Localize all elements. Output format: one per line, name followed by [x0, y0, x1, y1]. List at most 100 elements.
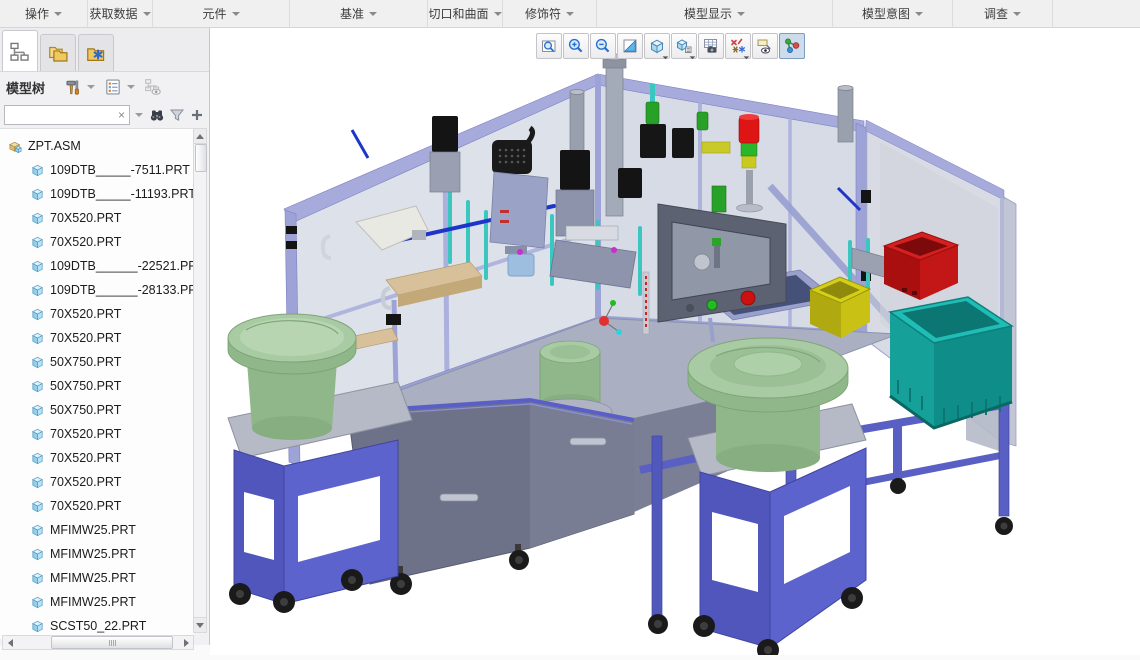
repaint-button[interactable] — [617, 33, 643, 59]
menu-label: 获取数据 — [89, 7, 138, 21]
search-options-dropdown-icon[interactable] — [135, 113, 143, 117]
zoom-out-icon — [594, 37, 612, 55]
shaded-display-button[interactable] — [644, 33, 670, 60]
menu-dropdown-icon — [915, 11, 923, 16]
menu-dropdown-icon — [493, 11, 502, 16]
control-panel — [657, 203, 787, 323]
tree-item-mfimw25-prt[interactable]: MFIMW25.PRT — [0, 566, 194, 590]
tree-item-50x750-prt[interactable]: 50X750.PRT — [0, 374, 194, 398]
scroll-left-icon[interactable] — [3, 636, 17, 649]
menu-label: 调查 — [983, 7, 1008, 21]
zoom-in-icon — [567, 37, 585, 55]
tree-vertical-scrollbar[interactable] — [193, 128, 207, 633]
tree-item-70x520-prt[interactable]: 70X520.PRT — [0, 494, 194, 518]
menu-2[interactable]: 获取数据 — [88, 0, 153, 27]
part-icon — [30, 595, 45, 610]
menu-3[interactable]: 元件 — [153, 0, 290, 27]
menu-8[interactable]: 模型意图 — [833, 0, 953, 27]
tree-tools-icon[interactable] — [63, 77, 83, 97]
find-binoculars-icon[interactable] — [148, 106, 165, 124]
favorites-tab[interactable] — [78, 34, 114, 71]
menu-label: 修饰符 — [524, 7, 561, 21]
tree-horizontal-scrollbar[interactable] — [2, 635, 194, 650]
dropdown-corner-icon — [686, 50, 696, 60]
menu-1[interactable]: 操作 — [0, 0, 88, 27]
tree-item-109dtb-7511-prt[interactable]: 109DTB_____-7511.PRT — [0, 158, 194, 182]
model-tree-tab[interactable] — [2, 30, 38, 71]
tree-item-70x520-prt[interactable]: 70X520.PRT — [0, 206, 194, 230]
refit-button[interactable] — [536, 33, 562, 59]
tree-item-label: 50X750.PRT — [50, 379, 122, 393]
tree-item-50x750-prt[interactable]: 50X750.PRT — [0, 350, 194, 374]
scroll-up-icon[interactable] — [194, 129, 206, 144]
part-icon — [30, 571, 45, 586]
scroll-down-icon[interactable] — [194, 617, 206, 632]
search-clear-icon[interactable]: × — [114, 108, 129, 122]
tree-item-70x520-prt[interactable]: 70X520.PRT — [0, 446, 194, 470]
zoom-in-button[interactable] — [563, 33, 589, 59]
tree-item-mfimw25-prt[interactable]: MFIMW25.PRT — [0, 590, 194, 614]
menu-7[interactable]: 模型显示 — [597, 0, 833, 27]
part-icon — [30, 499, 45, 514]
part-icon — [30, 331, 45, 346]
tree-item-label: MFIMW25.PRT — [50, 571, 136, 585]
menu-4[interactable]: 基准 — [290, 0, 428, 27]
tree-item-70x520-prt[interactable]: 70X520.PRT — [0, 422, 194, 446]
part-icon — [30, 283, 45, 298]
tree-item-mfimw25-prt[interactable]: MFIMW25.PRT — [0, 518, 194, 542]
saved-views-icon — [702, 37, 720, 55]
tree-item-70x520-prt[interactable]: 70X520.PRT — [0, 326, 194, 350]
part-icon — [30, 403, 45, 418]
dropdown-corner-icon — [659, 50, 669, 60]
tree-item-70x520-prt[interactable]: 70X520.PRT — [0, 230, 194, 254]
folder-browser-tab[interactable] — [40, 34, 76, 71]
refit-icon — [540, 37, 558, 55]
tree-item-label: 70X520.PRT — [50, 235, 122, 249]
datum-display-button[interactable] — [725, 33, 751, 60]
part-icon — [30, 547, 45, 562]
tree-item-109dtb-11193-prt[interactable]: 109DTB_____-11193.PRT — [0, 182, 194, 206]
tree-settings-icon[interactable] — [103, 77, 123, 97]
zoom-out-button[interactable] — [590, 33, 616, 59]
part-icon — [30, 523, 45, 538]
annotation-display-button[interactable] — [752, 33, 778, 59]
ribbon-menu-bar: 操作 获取数据 元件 基准 切口和曲面 修饰符 模型显示 模型意图 调查 — [0, 0, 1140, 28]
saved-views-button[interactable] — [698, 33, 724, 59]
tree-tools-dropdown-icon[interactable] — [87, 85, 96, 89]
part-icon — [30, 355, 45, 370]
tree-search-row: × — [0, 102, 209, 128]
tree-item-mfimw25-prt[interactable]: MFIMW25.PRT — [0, 542, 194, 566]
tree-item-label: 109DTB_____-7511.PRT — [50, 163, 190, 177]
tree-item-label: MFIMW25.PRT — [50, 547, 136, 561]
menu-9[interactable]: 调查 — [953, 0, 1053, 27]
part-icon — [30, 475, 45, 490]
tree-show-icon[interactable] — [143, 77, 163, 97]
scroll-right-icon[interactable] — [179, 636, 193, 649]
tree-item-109dtb-22521-pr[interactable]: 109DTB______-22521.PR — [0, 254, 194, 278]
tree-search-box: × — [4, 105, 130, 125]
menu-5[interactable]: 切口和曲面 — [428, 0, 503, 27]
menu-6[interactable]: 修饰符 — [503, 0, 597, 27]
expand-plus-icon[interactable] — [188, 106, 205, 124]
spin-center-button[interactable] — [779, 33, 805, 59]
tree-item-70x520-prt[interactable]: 70X520.PRT — [0, 470, 194, 494]
part-icon — [30, 211, 45, 226]
horizontal-scroll-thumb[interactable] — [51, 636, 173, 649]
tree-settings-dropdown-icon[interactable] — [127, 85, 136, 89]
tree-item-label: 70X520.PRT — [50, 451, 122, 465]
filter-funnel-icon[interactable] — [168, 106, 185, 124]
dropdown-corner-icon — [740, 50, 750, 60]
assembly-icon — [8, 139, 23, 154]
vertical-scroll-thumb[interactable] — [195, 144, 207, 172]
tree-item-zpt-asm[interactable]: ZPT.ASM — [0, 134, 194, 158]
tree-item-label: SCST50_22.PRT — [50, 619, 147, 633]
menu-dropdown-icon — [142, 11, 151, 16]
tree-item-109dtb-28133-pr[interactable]: 109DTB______-28133.PR — [0, 278, 194, 302]
part-icon — [30, 619, 45, 634]
display-style-button[interactable] — [671, 33, 697, 60]
tree-item-50x750-prt[interactable]: 50X750.PRT — [0, 398, 194, 422]
tree-item-70x520-prt[interactable]: 70X520.PRT — [0, 302, 194, 326]
annotation-display-icon — [756, 37, 774, 55]
tree-search-input[interactable] — [5, 109, 114, 121]
menu-label: 元件 — [202, 7, 227, 21]
